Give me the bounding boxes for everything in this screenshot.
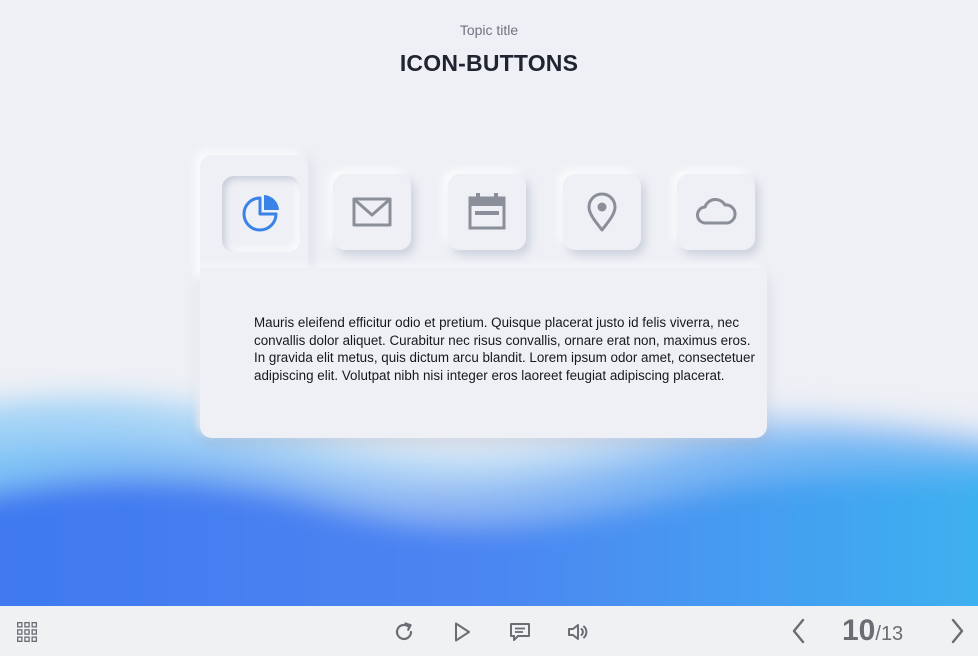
menu-grid-icon <box>17 622 37 642</box>
play-button[interactable] <box>449 620 475 644</box>
volume-button[interactable] <box>565 620 591 644</box>
volume-icon <box>568 624 588 640</box>
comment-icon <box>510 623 530 641</box>
current-slide-number: 10 <box>842 614 876 647</box>
replay-icon <box>395 622 413 641</box>
slide-counter: 10/13 <box>842 614 903 648</box>
panel-text: Mauris eleifend efficitur odio et pretiu… <box>254 315 755 383</box>
mail-button[interactable] <box>333 174 411 250</box>
previous-slide-button[interactable] <box>786 617 812 645</box>
topic-label: Topic title <box>459 22 519 38</box>
comments-button[interactable] <box>507 620 533 644</box>
calendar-icon <box>468 193 506 230</box>
player-footer: 10/13 <box>0 606 978 656</box>
chevron-left-icon <box>792 618 805 644</box>
cloud-icon <box>696 198 737 225</box>
replay-button[interactable] <box>391 620 417 644</box>
page-title: ICON-BUTTONS <box>399 50 579 76</box>
mail-icon <box>352 197 392 227</box>
calendar-button[interactable] <box>448 174 526 250</box>
location-button[interactable] <box>563 174 641 250</box>
total-slides: 13 <box>880 623 904 645</box>
pie-chart-icon <box>242 195 279 232</box>
slide-stage: Topic title ICON-BUTTONS Mauris eleifend… <box>0 0 978 606</box>
play-icon <box>455 622 470 642</box>
menu-button[interactable] <box>14 620 40 644</box>
cloud-button[interactable] <box>677 174 755 250</box>
location-pin-icon <box>587 192 617 232</box>
next-slide-button[interactable] <box>944 617 970 645</box>
chevron-right-icon <box>951 618 964 644</box>
pie-chart-button[interactable] <box>222 176 300 252</box>
